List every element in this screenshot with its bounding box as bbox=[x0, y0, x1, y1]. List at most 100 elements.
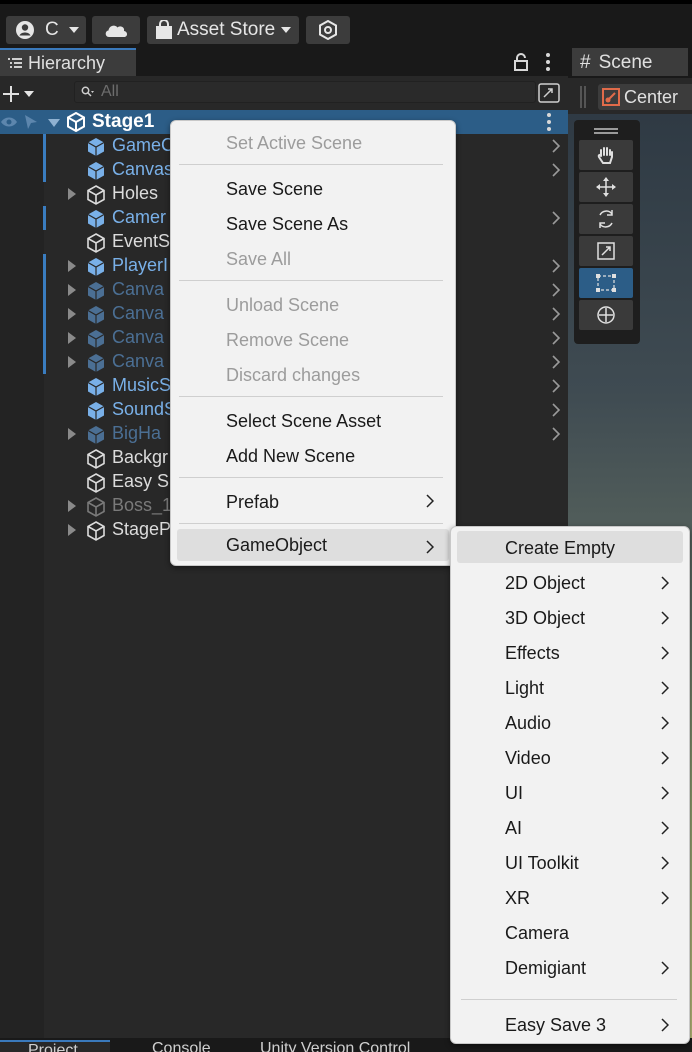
list-icon bbox=[8, 58, 22, 68]
menu-item-discard-changes[interactable]: Discard changes bbox=[226, 358, 360, 392]
asset-store-dropdown[interactable]: Asset Store bbox=[147, 16, 299, 44]
menu-item-ui[interactable]: UI bbox=[505, 776, 523, 810]
open-prefab-chevron-icon[interactable] bbox=[551, 259, 561, 273]
expand-arrow-icon[interactable] bbox=[68, 308, 76, 320]
menu-item-label: 2D Object bbox=[505, 572, 586, 593]
menu-item-save-scene-as[interactable]: Save Scene As bbox=[226, 207, 348, 241]
menu-item-label: Discard changes bbox=[226, 364, 361, 385]
chevron-right-icon bbox=[426, 540, 434, 554]
rotate-tool-button[interactable] bbox=[579, 204, 633, 234]
menu-item-label: Save Scene As bbox=[226, 213, 349, 234]
expand-arrow-icon[interactable] bbox=[68, 428, 76, 440]
expand-arrow-icon[interactable] bbox=[68, 260, 76, 272]
open-prefab-chevron-icon[interactable] bbox=[551, 379, 561, 393]
scene-menu-icon[interactable] bbox=[547, 113, 551, 131]
hierarchy-item-label: Holes bbox=[112, 183, 159, 203]
scale-tool-button[interactable] bbox=[579, 236, 633, 266]
unity-scene-icon bbox=[67, 112, 85, 132]
menu-item-object-3d[interactable]: 3D Object bbox=[505, 601, 585, 635]
menu-separator bbox=[179, 164, 443, 165]
expand-arrow-icon[interactable] bbox=[68, 356, 76, 368]
hierarchy-item-label: Canva bbox=[112, 279, 165, 299]
menu-item-ui-toolkit[interactable]: UI Toolkit bbox=[505, 846, 579, 880]
prefab-cube-icon bbox=[87, 378, 105, 396]
menu-item-save-scene[interactable]: Save Scene bbox=[226, 172, 323, 206]
expand-arrow-icon[interactable] bbox=[68, 332, 76, 344]
open-prefab-chevron-icon[interactable] bbox=[551, 403, 561, 417]
hierarchy-tab-bar: Hierarchy bbox=[0, 48, 568, 76]
menu-item-demigiant[interactable]: Demigiant bbox=[505, 951, 586, 985]
menu-item-video[interactable]: Video bbox=[505, 741, 551, 775]
prefab-cube-icon bbox=[87, 138, 105, 156]
hand-tool-button[interactable] bbox=[579, 140, 633, 170]
open-prefab-chevron-icon[interactable] bbox=[551, 139, 561, 153]
menu-item-xr[interactable]: XR bbox=[505, 881, 530, 915]
menu-item-ai[interactable]: AI bbox=[505, 811, 522, 845]
menu-item-object-2d[interactable]: 2D Object bbox=[505, 566, 585, 600]
tab-hierarchy[interactable]: Hierarchy bbox=[0, 48, 136, 76]
package-button[interactable] bbox=[306, 16, 350, 44]
expand-arrow-icon[interactable] bbox=[68, 188, 76, 200]
tab-project[interactable]: Project bbox=[0, 1040, 110, 1052]
overlay-grip-icon[interactable] bbox=[594, 128, 618, 134]
menu-item-select-scene-asset[interactable]: Select Scene Asset bbox=[226, 404, 381, 438]
expand-arrow-icon[interactable] bbox=[48, 119, 60, 127]
menu-item-audio[interactable]: Audio bbox=[505, 706, 551, 740]
menu-item-create-empty[interactable]: Create Empty bbox=[505, 531, 615, 565]
menu-item-gameobject[interactable]: GameObject bbox=[226, 528, 327, 562]
open-prefab-chevron-icon[interactable] bbox=[551, 283, 561, 297]
menu-item-add-new-scene[interactable]: Add New Scene bbox=[226, 439, 355, 473]
hierarchy-item-label: Canva bbox=[112, 327, 165, 347]
open-prefab-chevron-icon[interactable] bbox=[551, 355, 561, 369]
rect-tool-button[interactable] bbox=[579, 268, 633, 298]
transform-tool-button[interactable] bbox=[579, 300, 633, 330]
tab-console[interactable]: Console bbox=[124, 1040, 248, 1052]
panel-menu-icon[interactable] bbox=[546, 53, 550, 71]
menu-item-label: UI bbox=[505, 782, 523, 803]
eye-icon[interactable] bbox=[0, 116, 18, 128]
account-dropdown[interactable]: C bbox=[6, 16, 86, 44]
menu-item-unload-scene[interactable]: Unload Scene bbox=[226, 288, 339, 322]
tab-scene[interactable]: # Scene bbox=[572, 48, 688, 76]
menu-item-remove-scene[interactable]: Remove Scene bbox=[226, 323, 349, 357]
prefab-cube-icon bbox=[87, 402, 105, 420]
menu-item-camera[interactable]: Camera bbox=[505, 916, 569, 950]
chevron-right-icon bbox=[661, 856, 669, 870]
hierarchy-item-label: Canva bbox=[112, 303, 165, 323]
open-prefab-chevron-icon[interactable] bbox=[551, 331, 561, 345]
tab-version-control[interactable]: Unity Version Control bbox=[256, 1040, 456, 1052]
menu-item-easy-save-3[interactable]: Easy Save 3 bbox=[505, 1008, 606, 1042]
search-input[interactable]: All bbox=[74, 81, 536, 103]
menu-item-label: Light bbox=[505, 677, 545, 698]
add-object-button[interactable] bbox=[2, 82, 42, 106]
expand-arrow-icon[interactable] bbox=[68, 524, 76, 536]
pivot-center-dropdown[interactable]: Center bbox=[598, 84, 692, 110]
account-label: C bbox=[45, 19, 59, 40]
open-prefab-chevron-icon[interactable] bbox=[551, 163, 561, 177]
lock-icon[interactable] bbox=[514, 53, 528, 71]
expand-arrow-icon[interactable] bbox=[68, 500, 76, 512]
expand-arrow-icon[interactable] bbox=[68, 284, 76, 296]
prefab-cube-icon bbox=[87, 162, 105, 180]
cloud-button[interactable] bbox=[92, 16, 140, 44]
menu-item-set-active-scene[interactable]: Set Active Scene bbox=[226, 126, 362, 160]
prefab-cube-icon bbox=[87, 282, 105, 300]
tool-overlay bbox=[574, 120, 640, 344]
search-options-icon[interactable] bbox=[538, 83, 560, 103]
override-indicator bbox=[43, 350, 46, 374]
menu-item-prefab[interactable]: Prefab bbox=[226, 485, 279, 519]
menu-item-effects[interactable]: Effects bbox=[505, 636, 560, 670]
move-icon bbox=[596, 177, 616, 197]
asset-store-label: Asset Store bbox=[177, 19, 276, 40]
move-tool-button[interactable] bbox=[579, 172, 633, 202]
open-prefab-chevron-icon[interactable] bbox=[551, 307, 561, 321]
pickable-icon[interactable] bbox=[22, 113, 40, 131]
open-prefab-chevron-icon[interactable] bbox=[551, 427, 561, 441]
menu-item-label: Select Scene Asset bbox=[226, 410, 382, 431]
menu-item-label: UI Toolkit bbox=[505, 852, 579, 873]
menu-separator bbox=[179, 280, 443, 281]
menu-item-save-all[interactable]: Save All bbox=[226, 242, 291, 276]
menu-item-light[interactable]: Light bbox=[505, 671, 544, 705]
open-prefab-chevron-icon[interactable] bbox=[551, 211, 561, 225]
hierarchy-item-label: Camer bbox=[112, 207, 167, 227]
